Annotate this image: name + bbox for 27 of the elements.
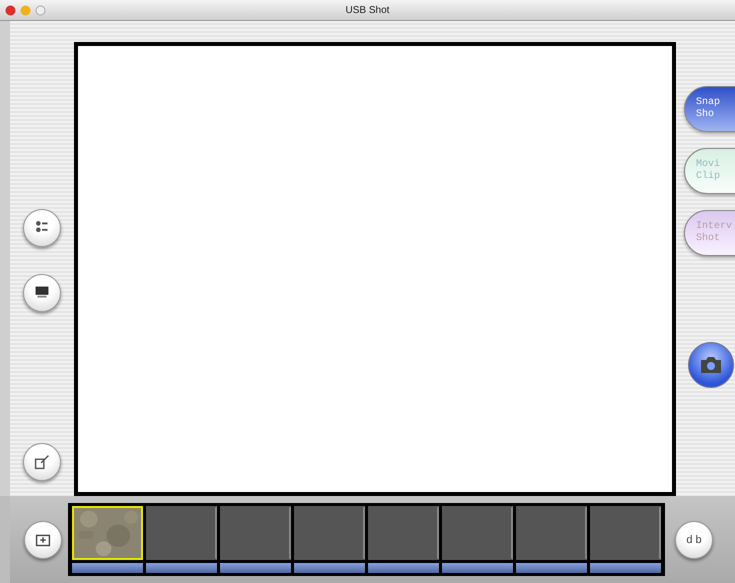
minimize-icon[interactable]	[20, 4, 31, 16]
frame-bar	[368, 563, 439, 573]
thumbnail-frame[interactable]	[590, 506, 661, 560]
thumbnail-frame[interactable]	[294, 506, 365, 560]
mode-button[interactable]: Snap Sho	[684, 86, 735, 132]
frame-bar	[294, 563, 365, 573]
settings-button[interactable]	[23, 209, 61, 247]
thumbnail-frame[interactable]	[146, 506, 217, 560]
thumbnail-frame[interactable]	[368, 506, 439, 560]
db-button[interactable]: d b	[675, 520, 713, 558]
frame-bar	[442, 563, 513, 573]
frame-bar	[220, 563, 291, 573]
capture-button[interactable]	[688, 342, 734, 388]
edit-button[interactable]	[23, 443, 61, 481]
thumbnail-frame[interactable]	[220, 506, 291, 560]
zoom-icon[interactable]	[35, 4, 46, 16]
frame-bar	[590, 563, 661, 573]
camera-icon	[699, 355, 723, 375]
frame-bar	[516, 563, 587, 573]
window-title: USB Shot	[346, 4, 390, 16]
thumbnail-frame[interactable]	[442, 506, 513, 560]
frame-bar	[146, 563, 217, 573]
display-button[interactable]	[23, 274, 61, 312]
add-button[interactable]	[24, 520, 62, 558]
close-icon[interactable]	[5, 4, 16, 16]
frame-bar	[72, 563, 143, 573]
thumbnail-frame[interactable]	[516, 506, 587, 560]
